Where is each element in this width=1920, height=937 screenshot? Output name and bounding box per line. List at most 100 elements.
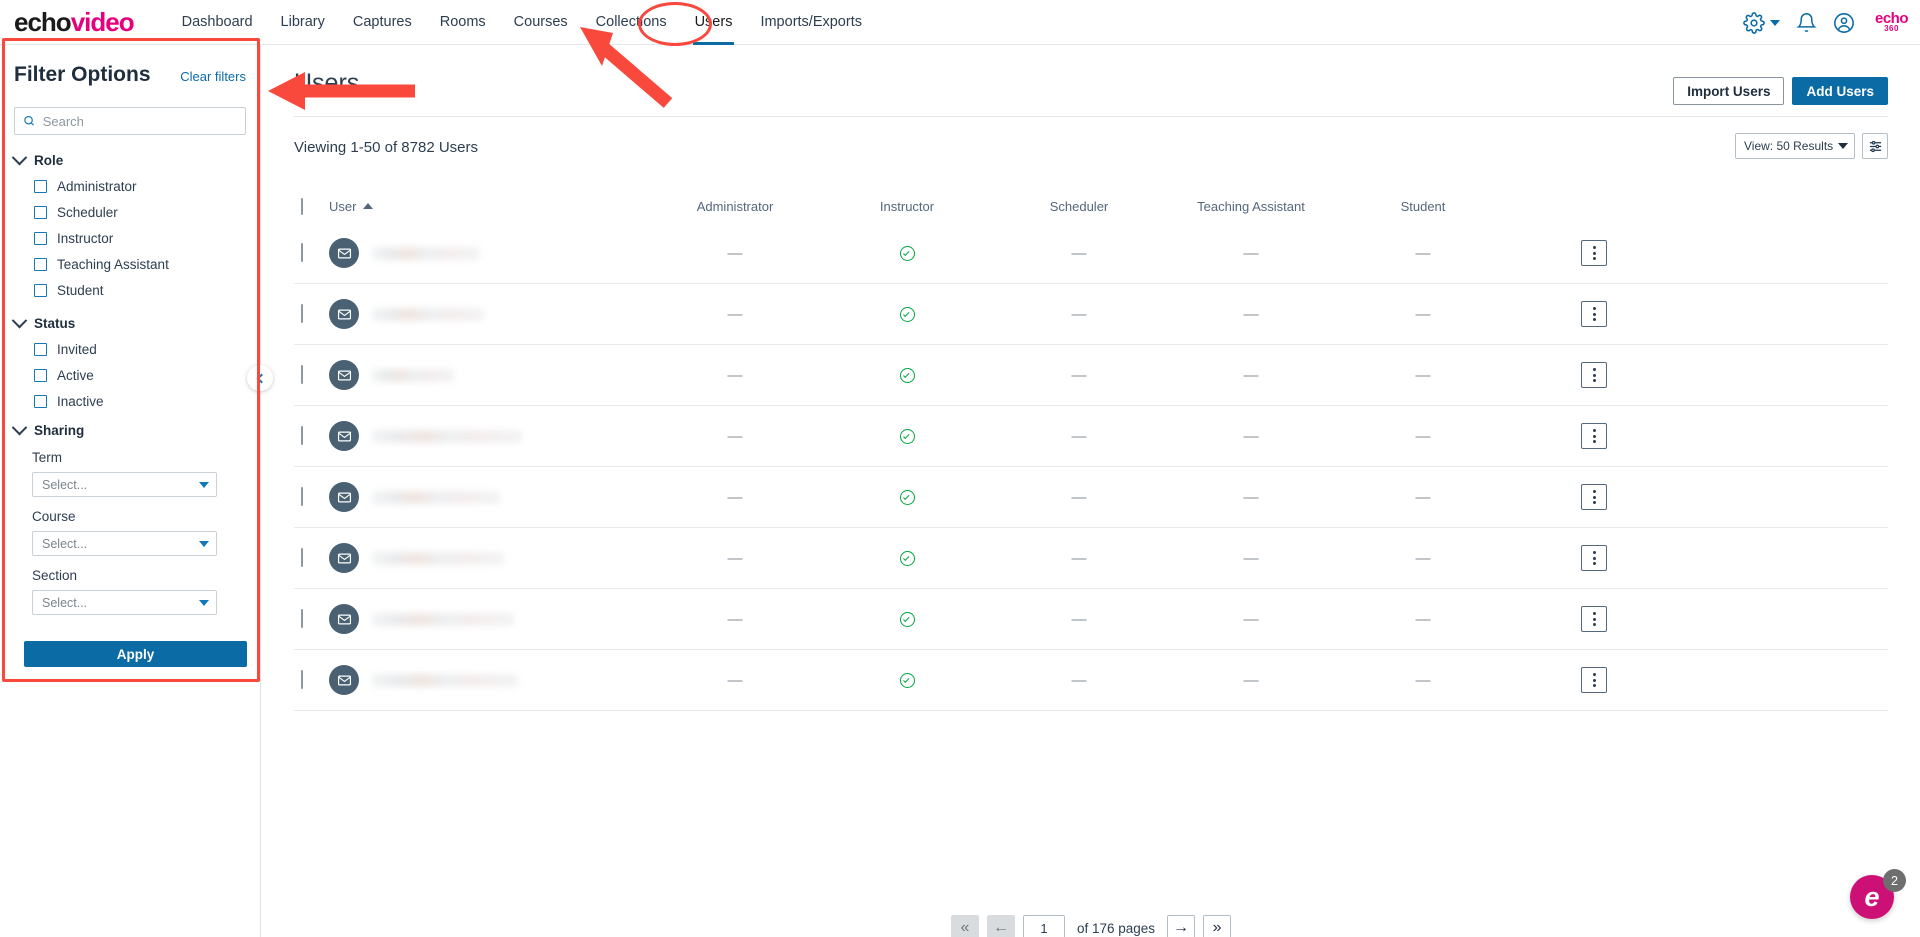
add-users-button[interactable]: Add Users: [1792, 77, 1888, 105]
checkbox-icon[interactable]: [34, 258, 47, 271]
course-select[interactable]: Select...: [32, 531, 217, 556]
envelope-avatar-icon[interactable]: [329, 482, 359, 512]
checkbox-icon[interactable]: [34, 369, 47, 382]
row-select-checkbox[interactable]: [301, 243, 303, 262]
row-menu-button[interactable]: [1581, 606, 1607, 632]
column-settings-button[interactable]: [1862, 133, 1888, 159]
filter-panel-header: Filter Options Clear filters: [14, 45, 246, 87]
section-select[interactable]: Select...: [32, 590, 217, 615]
row-select-checkbox[interactable]: [301, 609, 303, 628]
bell-icon[interactable]: [1796, 12, 1817, 33]
row-select-checkbox[interactable]: [301, 304, 303, 323]
gear-icon[interactable]: [1743, 11, 1780, 34]
filter-group-status: Status Invited Active Inactive: [11, 312, 246, 409]
filter-option-student[interactable]: Student: [34, 283, 246, 298]
term-select[interactable]: Select...: [32, 472, 217, 497]
nav-link-collections[interactable]: Collections: [582, 0, 681, 45]
checkbox-icon[interactable]: [34, 284, 47, 297]
filter-group-sharing-header[interactable]: Sharing: [11, 419, 246, 438]
table-row[interactable]: — — — —: [294, 650, 1888, 711]
column-header-student[interactable]: Student: [1337, 199, 1509, 214]
next-page-button[interactable]: →: [1167, 915, 1196, 937]
nav-links: Dashboard Library Captures Rooms Courses…: [168, 0, 876, 45]
row-select-checkbox[interactable]: [301, 487, 303, 506]
user-avatar-icon[interactable]: [1833, 12, 1855, 34]
kebab-dot: [1592, 318, 1596, 321]
filter-option-label: Teaching Assistant: [57, 257, 169, 272]
filter-field-term: Term Select...: [32, 450, 246, 497]
select-all-checkbox[interactable]: [301, 197, 303, 215]
envelope-avatar-icon[interactable]: [329, 421, 359, 451]
table-row[interactable]: — — — —: [294, 589, 1888, 650]
help-notification-badge[interactable]: 2: [1883, 869, 1906, 892]
nav-link-captures[interactable]: Captures: [339, 0, 426, 45]
filter-option-instructor[interactable]: Instructor: [34, 231, 246, 246]
row-select-checkbox[interactable]: [301, 548, 303, 567]
row-select-checkbox[interactable]: [301, 670, 303, 689]
apply-filters-button[interactable]: Apply: [24, 641, 247, 667]
nav-link-dashboard[interactable]: Dashboard: [168, 0, 267, 45]
filter-search-box[interactable]: [14, 107, 246, 135]
nav-link-library[interactable]: Library: [267, 0, 339, 45]
table-row[interactable]: — — — —: [294, 467, 1888, 528]
filter-search-input[interactable]: [42, 113, 237, 129]
checkbox-icon[interactable]: [34, 180, 47, 193]
role-cell-instructor: [821, 611, 993, 627]
table-row[interactable]: — — — —: [294, 406, 1888, 467]
column-header-administrator[interactable]: Administrator: [649, 199, 821, 214]
row-menu-button[interactable]: [1581, 667, 1607, 693]
table-row[interactable]: — — — —: [294, 528, 1888, 589]
help-widget-letter: e: [1864, 881, 1880, 912]
filter-option-invited[interactable]: Invited: [34, 342, 246, 357]
checkbox-icon[interactable]: [34, 206, 47, 219]
nav-link-courses[interactable]: Courses: [500, 0, 582, 45]
filter-option-inactive[interactable]: Inactive: [34, 394, 246, 409]
prev-page-button[interactable]: ←: [986, 915, 1015, 937]
envelope-avatar-icon[interactable]: [329, 543, 359, 573]
row-menu-button[interactable]: [1581, 545, 1607, 571]
row-select-checkbox[interactable]: [301, 365, 303, 384]
first-page-button[interactable]: «: [950, 915, 979, 937]
column-header-instructor[interactable]: Instructor: [821, 199, 993, 214]
nav-link-users[interactable]: Users: [681, 0, 747, 45]
envelope-avatar-icon[interactable]: [329, 360, 359, 390]
echovideo-logo[interactable]: echovideo: [14, 9, 135, 35]
table-row[interactable]: — — — —: [294, 284, 1888, 345]
filter-group-role-header[interactable]: Role: [11, 149, 246, 168]
envelope-avatar-icon[interactable]: [329, 665, 359, 695]
view-results-select[interactable]: View: 50 Results: [1735, 133, 1855, 159]
role-cell-scheduler: —: [993, 550, 1165, 567]
page-number-input[interactable]: [1022, 915, 1065, 937]
row-menu-button[interactable]: [1581, 423, 1607, 449]
filter-option-administrator[interactable]: Administrator: [34, 179, 246, 194]
checkbox-icon[interactable]: [34, 395, 47, 408]
echo360-badge[interactable]: echo 360: [1875, 11, 1909, 33]
nav-link-rooms[interactable]: Rooms: [426, 0, 500, 45]
clear-filters-link[interactable]: Clear filters: [180, 69, 246, 84]
filter-group-status-header[interactable]: Status: [11, 312, 246, 331]
envelope-avatar-icon[interactable]: [329, 238, 359, 268]
checkbox-icon[interactable]: [34, 343, 47, 356]
envelope-avatar-icon[interactable]: [329, 604, 359, 634]
row-menu-button[interactable]: [1581, 240, 1607, 266]
filter-option-label: Scheduler: [57, 205, 118, 220]
role-cell-student: —: [1337, 367, 1509, 384]
filter-option-teaching-assistant[interactable]: Teaching Assistant: [34, 257, 246, 272]
sidebar-collapse-handle[interactable]: [247, 365, 273, 391]
row-menu-button[interactable]: [1581, 362, 1607, 388]
last-page-button[interactable]: »: [1203, 915, 1232, 937]
row-select-checkbox[interactable]: [301, 426, 303, 445]
nav-link-imports-exports[interactable]: Imports/Exports: [746, 0, 876, 45]
table-row[interactable]: — — — —: [294, 345, 1888, 406]
column-header-teaching-assistant[interactable]: Teaching Assistant: [1165, 199, 1337, 214]
table-row[interactable]: — — — —: [294, 223, 1888, 284]
import-users-button[interactable]: Import Users: [1673, 77, 1785, 105]
checkbox-icon[interactable]: [34, 232, 47, 245]
column-header-scheduler[interactable]: Scheduler: [993, 199, 1165, 214]
row-menu-button[interactable]: [1581, 301, 1607, 327]
row-menu-button[interactable]: [1581, 484, 1607, 510]
filter-option-scheduler[interactable]: Scheduler: [34, 205, 246, 220]
filter-option-active[interactable]: Active: [34, 368, 246, 383]
column-header-user[interactable]: User: [329, 199, 649, 214]
envelope-avatar-icon[interactable]: [329, 299, 359, 329]
